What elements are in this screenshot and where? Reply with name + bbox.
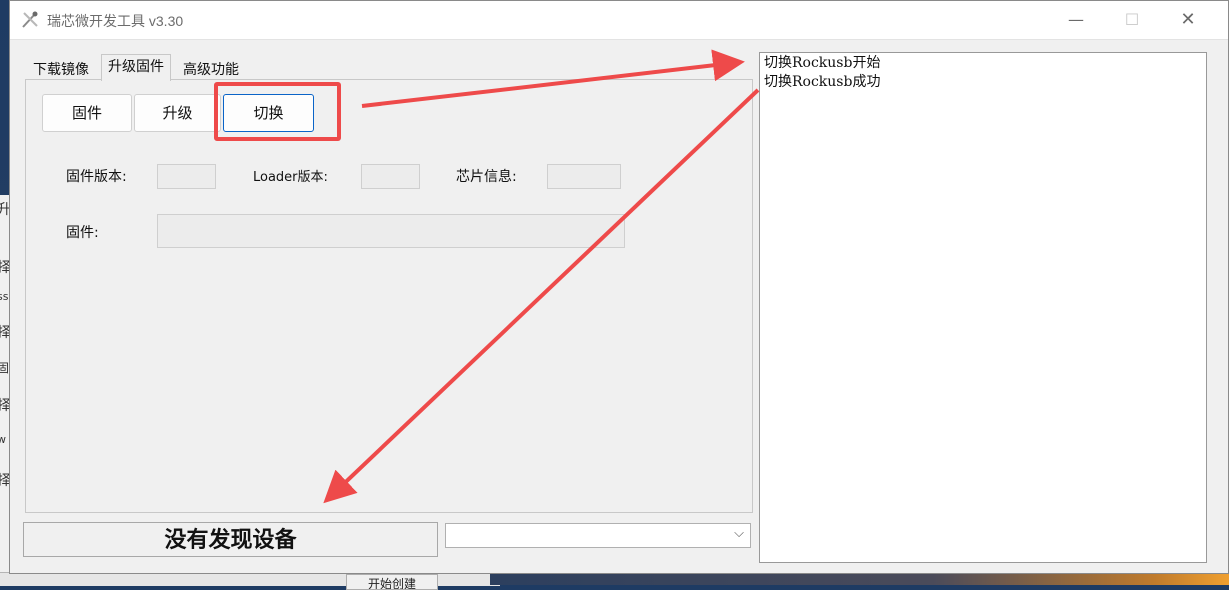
log-line: 切换Rockusb成功 (764, 74, 881, 90)
log-output[interactable]: 切换Rockusb开始 切换Rockusb成功 (759, 52, 1207, 563)
annotation-highlight-box (214, 82, 341, 141)
log-line: 切换Rockusb开始 (764, 55, 881, 71)
firmware-button[interactable]: 固件 (42, 94, 132, 132)
loader-version-label: Loader版本: (253, 170, 328, 185)
window-title: 瑞芯微开发工具 v3.30 (47, 13, 184, 29)
title-bar[interactable]: 瑞芯微开发工具 v3.30 — ☐ ✕ (10, 1, 1228, 40)
loader-version-field (361, 164, 420, 189)
upgrade-button[interactable]: 升级 (134, 94, 221, 132)
maximize-button[interactable]: ☐ (1104, 1, 1160, 39)
tab-download-image[interactable]: 下载镜像 (29, 58, 93, 82)
firmware-path-field (157, 214, 625, 248)
bg-glyph: w (0, 433, 6, 446)
chip-info-field (547, 164, 621, 189)
device-status-bar: 没有发现设备 (23, 522, 438, 557)
bg-glyph: ss (0, 290, 9, 303)
firmware-path-label: 固件: (66, 225, 99, 241)
firmware-version-label: 固件版本: (66, 169, 127, 185)
tab-advanced-functions[interactable]: 高级功能 (179, 58, 243, 82)
tab-upgrade-firmware[interactable]: 升级固件 (101, 54, 171, 81)
tab-panel-upgrade-firmware (25, 79, 753, 513)
device-select[interactable]: ⌵ (445, 523, 751, 548)
app-icon (22, 11, 38, 28)
bg-glyph: 固 (0, 359, 9, 376)
chip-info-label: 芯片信息: (456, 169, 517, 185)
minimize-button[interactable]: — (1048, 1, 1104, 39)
background-create-button: 开始创建 (346, 574, 438, 590)
firmware-version-field (157, 164, 216, 189)
close-button[interactable]: ✕ (1160, 1, 1216, 39)
chevron-down-icon[interactable]: ⌵ (734, 526, 744, 541)
